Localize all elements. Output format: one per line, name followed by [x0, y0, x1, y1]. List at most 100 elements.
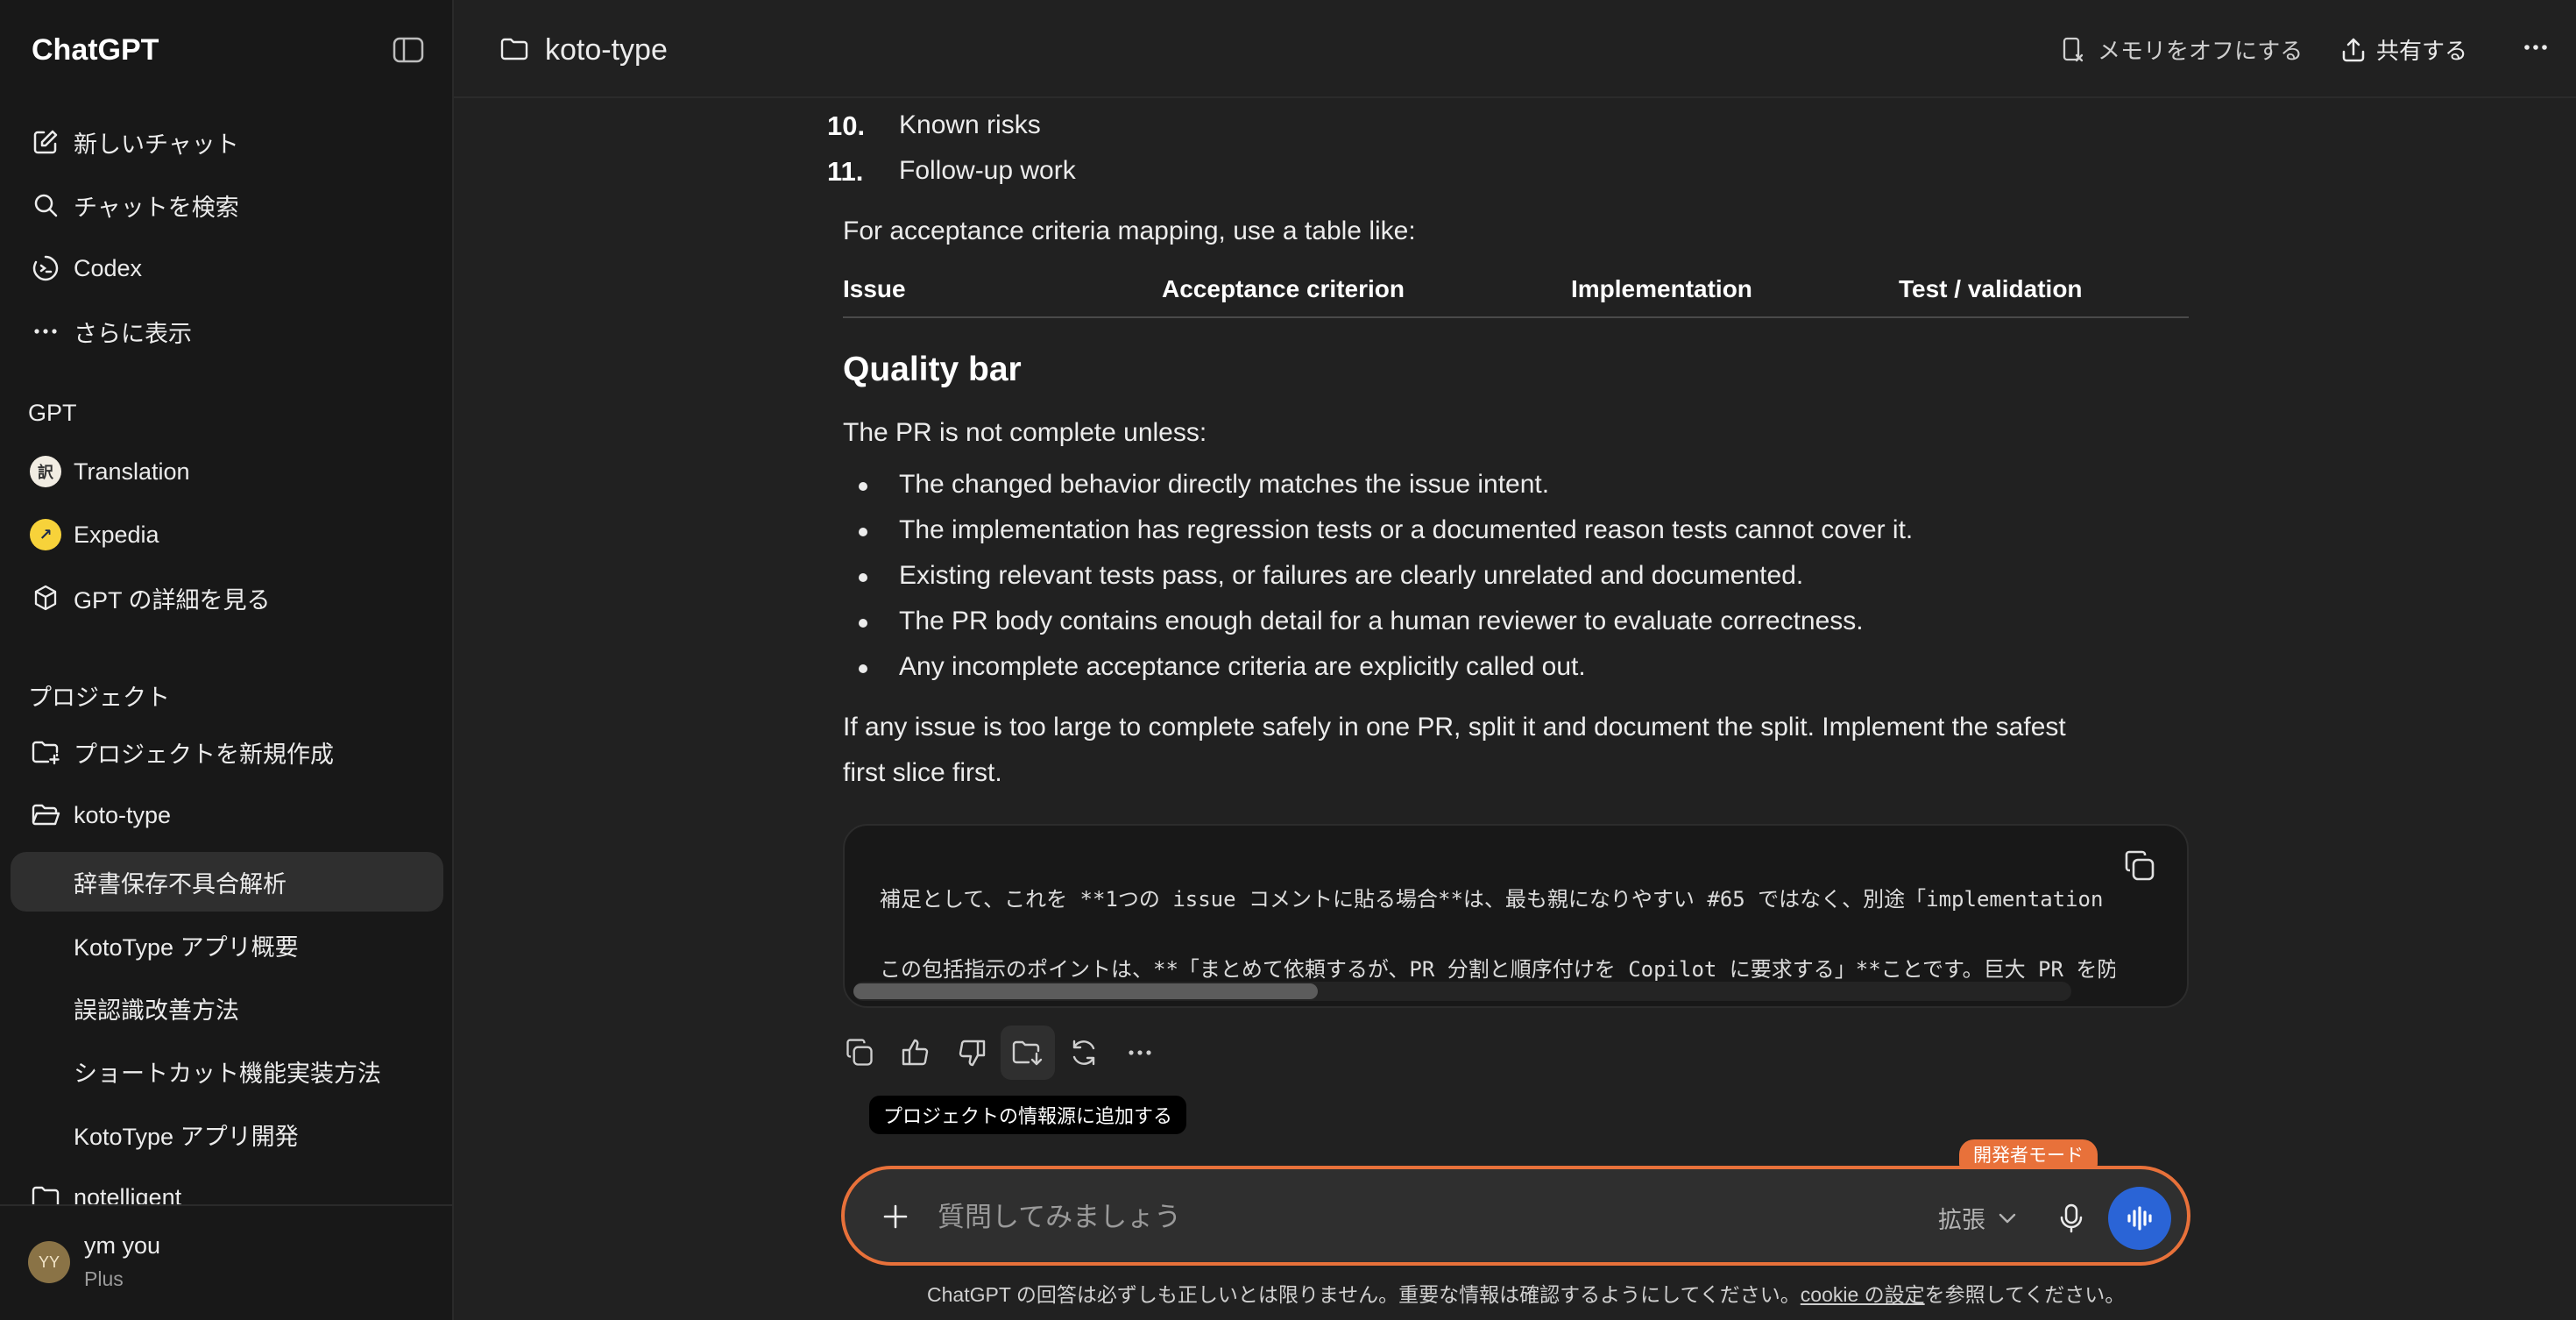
copy-code-icon[interactable]	[2122, 848, 2157, 884]
code-line: この包括指示のポイントは、**「まとめて依頼するが、PR 分割と順序付けを Co…	[880, 957, 2115, 982]
bullet-dot	[859, 573, 867, 582]
share-button[interactable]: 共有する	[2339, 33, 2467, 66]
project-chat-item[interactable]: KotoType アプリ概要	[11, 915, 443, 975]
explore-gpts-button[interactable]: GPT の詳細を見る	[11, 570, 443, 626]
chevron-down-icon	[1998, 1212, 2017, 1224]
list-number: 11.	[827, 156, 864, 187]
project-chat-item[interactable]: 誤認識改善方法	[11, 978, 443, 1038]
search-chats-label: チャットを検索	[74, 194, 239, 221]
table-header: Implementation	[1571, 275, 1752, 302]
voice-mode-icon[interactable]	[2108, 1187, 2171, 1250]
bullet-dot	[859, 482, 867, 491]
project-title[interactable]: koto-type	[499, 33, 668, 67]
paragraph: If any issue is too large to complete sa…	[843, 713, 2066, 742]
gpt-item-label: Expedia	[74, 521, 159, 548]
sidebar: ChatGPT 新しいチャット チャットを検索 Codex さらに表示 GPT …	[0, 0, 454, 1320]
codex-label: Codex	[74, 254, 143, 281]
search-chats-button[interactable]: チャットを検索	[11, 177, 443, 233]
project-chat-item[interactable]: ショートカット機能実装方法	[11, 1041, 443, 1101]
more-actions-icon[interactable]	[1113, 1025, 1167, 1080]
list-item: The PR body contains enough detail for a…	[899, 607, 1864, 635]
show-more-button[interactable]: さらに表示	[11, 303, 443, 359]
user-name: ym you	[84, 1232, 161, 1259]
developer-mode-badge: 開発者モード	[1959, 1139, 2098, 1169]
code-line: 補足として、これを **1つの issue コメントに貼る場合**は、最も親にな…	[880, 887, 2115, 912]
memory-off-icon	[2061, 36, 2089, 64]
top-bar: koto-type メモリをオフにする 共有する	[454, 0, 2576, 98]
disclaimer: ChatGPT の回答は必ずしも正しいとは限りません。重要な情報は確認するように…	[927, 1278, 2125, 1308]
gpt-item-expedia[interactable]: ↗ Expedia	[11, 507, 443, 563]
gpt-section-title: GPT	[28, 400, 77, 426]
codex-icon	[30, 252, 61, 284]
explore-gpts-label: GPT の詳細を見る	[74, 586, 271, 614]
project-title-text: koto-type	[545, 33, 668, 67]
list-number: 10.	[827, 110, 866, 141]
project-chat-item[interactable]: 辞書保存不具合解析	[11, 852, 443, 912]
composer: 拡張	[841, 1166, 2190, 1266]
folder-plus-icon	[30, 736, 61, 768]
prompt-input[interactable]	[936, 1194, 1868, 1241]
sidebar-toggle-icon[interactable]	[393, 37, 424, 63]
codex-button[interactable]: Codex	[11, 240, 443, 296]
tooltip: プロジェクトの情報源に追加する	[869, 1096, 1187, 1134]
new-project-button[interactable]: プロジェクトを新規作成	[11, 724, 443, 780]
share-label: 共有する	[2376, 38, 2468, 64]
paragraph: first slice first.	[843, 758, 1002, 787]
plus-icon[interactable]	[871, 1192, 920, 1241]
memory-off-label: メモリをオフにする	[2098, 38, 2304, 64]
brand-title[interactable]: ChatGPT	[32, 33, 159, 67]
extension-dropdown[interactable]: 拡張	[1938, 1201, 2017, 1235]
disclaimer-text: ChatGPT の回答は必ずしも正しいとは限りません。重要な情報は確認するように…	[927, 1283, 1801, 1306]
code-block[interactable]: 補足として、これを **1つの issue コメントに貼る場合**は、最も親にな…	[843, 824, 2189, 1008]
table-divider	[843, 316, 2189, 318]
expedia-icon: ↗	[30, 519, 61, 550]
thumbs-down-icon[interactable]	[945, 1025, 999, 1080]
project-chat-item[interactable]: KotoType アプリ開発	[11, 1104, 443, 1164]
extension-label: 拡張	[1938, 1207, 1985, 1233]
project-koto-type[interactable]: koto-type	[11, 787, 443, 843]
list-item: Existing relevant tests pass, or failure…	[899, 561, 1804, 590]
new-chat-button[interactable]: 新しいチャット	[11, 114, 443, 170]
list-item: Known risks	[899, 110, 1041, 139]
microphone-icon[interactable]	[2047, 1194, 2096, 1243]
new-project-label: プロジェクトを新規作成	[74, 741, 334, 768]
folder-icon	[499, 35, 531, 67]
more-options-icon[interactable]	[2522, 33, 2550, 61]
thumbs-up-icon[interactable]	[888, 1025, 943, 1080]
paragraph: The PR is not complete unless:	[843, 418, 1207, 447]
show-more-label: さらに表示	[74, 320, 192, 347]
table-header: Acceptance criterion	[1162, 275, 1405, 302]
bullet-dot	[859, 664, 867, 673]
add-to-project-sources-icon[interactable]	[1001, 1025, 1055, 1080]
edit-icon	[30, 126, 61, 158]
disclaimer-text: を参照してください。	[1924, 1283, 2126, 1306]
memory-off-button[interactable]: メモリをオフにする	[2061, 33, 2303, 66]
cookie-settings-link[interactable]: cookie の設定	[1801, 1283, 1925, 1306]
list-item: Any incomplete acceptance criteria are e…	[899, 652, 1586, 681]
gpt-item-label: Translation	[74, 458, 190, 485]
avatar: YY	[28, 1241, 70, 1283]
bullet-dot	[859, 528, 867, 536]
scrollbar-thumb[interactable]	[853, 983, 1318, 999]
table-intro: For acceptance criteria mapping, use a t…	[843, 216, 1416, 245]
list-item: The implementation has regression tests …	[899, 515, 1914, 544]
user-menu[interactable]: YY ym you Plus	[0, 1204, 452, 1320]
regenerate-icon[interactable]	[1057, 1025, 1111, 1080]
user-plan: Plus	[84, 1267, 124, 1290]
bullet-dot	[859, 619, 867, 628]
gpt-item-translation[interactable]: 訳 Translation	[11, 444, 443, 500]
copy-icon[interactable]	[832, 1025, 887, 1080]
folder-open-icon	[30, 799, 61, 831]
more-horizontal-icon	[30, 316, 61, 347]
list-item: The changed behavior directly matches th…	[899, 470, 1550, 499]
project-name-label: koto-type	[74, 801, 172, 828]
translation-icon: 訳	[30, 456, 61, 487]
table-header: Issue	[843, 275, 906, 302]
cube-icon	[30, 582, 61, 614]
section-heading: Quality bar	[843, 351, 1022, 388]
list-item: Follow-up work	[899, 156, 1076, 185]
search-icon	[30, 189, 61, 221]
table-header: Test / validation	[1899, 275, 2083, 302]
new-chat-label: 新しいチャット	[74, 131, 239, 158]
share-icon	[2339, 36, 2367, 64]
